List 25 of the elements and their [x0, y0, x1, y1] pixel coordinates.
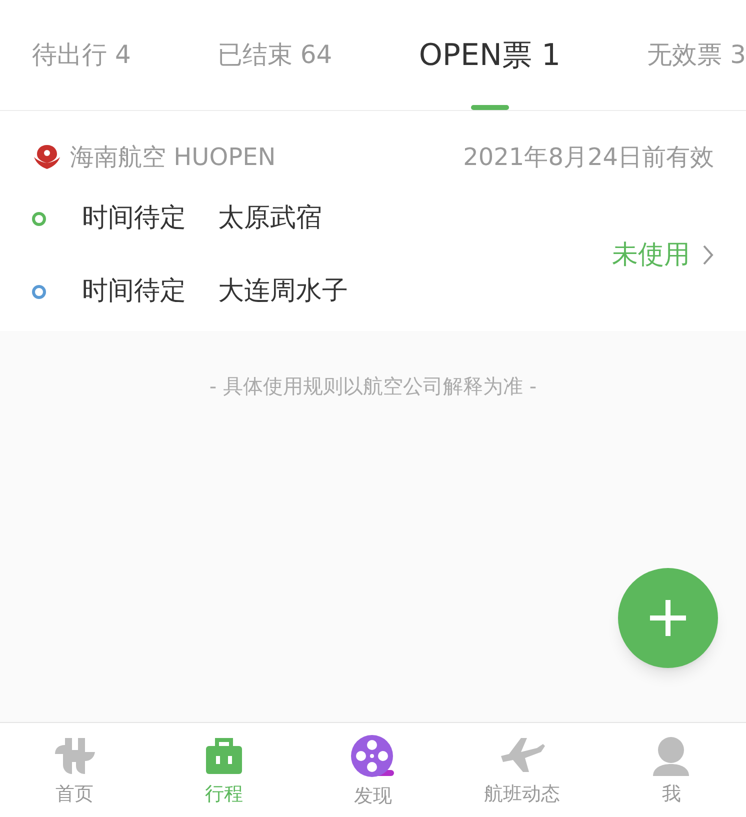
chevron-right-icon — [702, 244, 714, 266]
segment-time: 时间待定 — [82, 202, 186, 235]
user-icon — [653, 736, 690, 776]
tab[interactable]: 无效票 3 — [647, 0, 746, 110]
briefcase-icon — [206, 736, 242, 776]
tab[interactable]: 待出行 4 — [32, 0, 131, 110]
segment-time: 时间待定 — [82, 275, 186, 308]
nav-tab[interactable]: 首页 — [0, 723, 150, 817]
airline-logo-icon — [32, 143, 62, 171]
hash-logo-icon — [52, 736, 97, 776]
airport-name: 大连周水子 — [218, 275, 348, 308]
nav-tab[interactable]: 行程 — [149, 723, 298, 817]
tab[interactable]: OPEN票 1 — [418, 0, 561, 110]
validity-date: 2021年8月24日前有效 — [463, 142, 714, 173]
plus-icon — [648, 598, 688, 638]
usage-note: - 具体使用规则以航空公司解释为准 - — [208, 373, 538, 400]
nav-tab[interactable]: 航班动态 — [448, 723, 597, 817]
nav-tab[interactable]: 发现 — [298, 723, 448, 817]
tab-indicator — [470, 105, 509, 110]
tab[interactable]: 已结束 64 — [217, 0, 332, 110]
nav-tab[interactable]: 我 — [596, 723, 746, 817]
airline-name: 海南航空 HUOPEN — [70, 142, 276, 173]
ticket-status-link[interactable]: 未使用 — [612, 236, 714, 274]
airport-name: 太原武宿 — [218, 202, 322, 235]
film-reel-icon — [350, 734, 396, 778]
